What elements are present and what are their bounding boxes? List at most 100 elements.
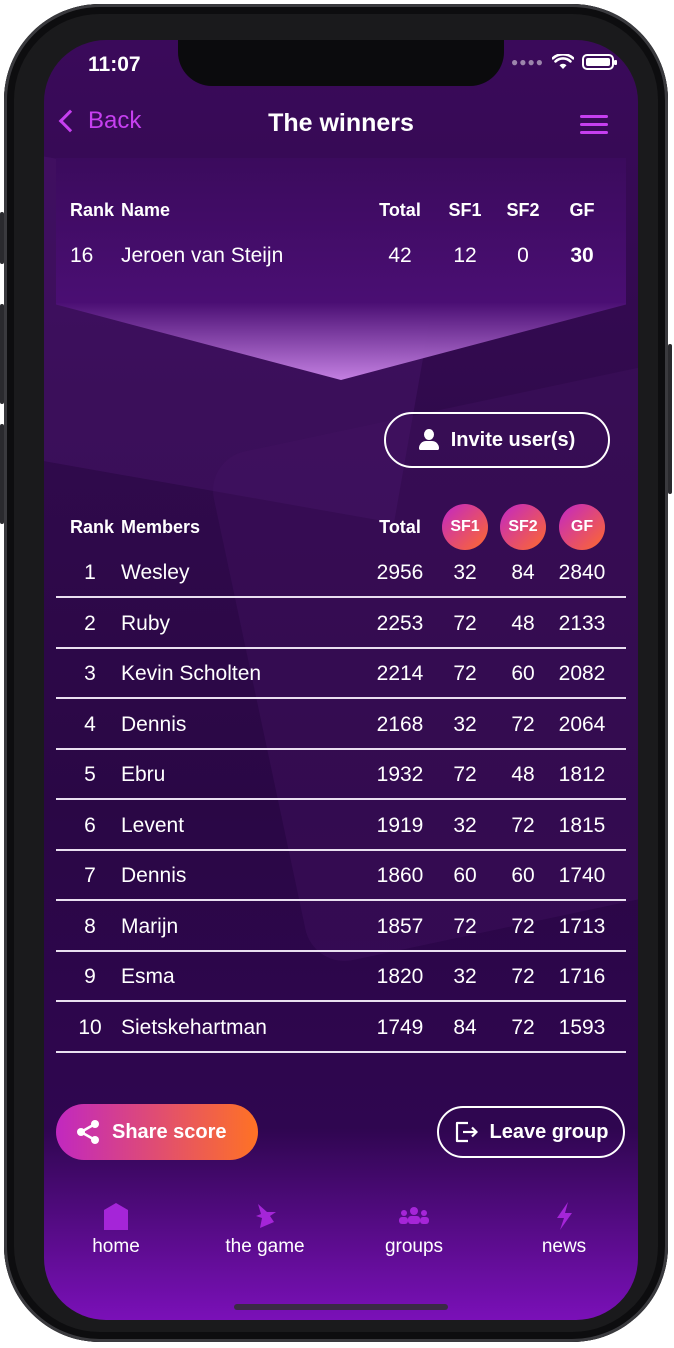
invite-label: Invite user(s) <box>450 428 576 451</box>
gf-badge: GF <box>559 504 605 550</box>
member-sf2: 72 <box>511 813 535 837</box>
table-row: 4 Dennis 2168 32 72 2064 <box>44 700 638 750</box>
member-sf2: 72 <box>511 712 535 736</box>
member-rank: 8 <box>84 914 96 938</box>
app-screen: 11:07 ●●●● Back The winners Rank Name To… <box>44 40 638 1320</box>
member-total: 2253 <box>376 611 424 635</box>
member-rank: 2 <box>84 611 96 635</box>
member-sf2: 60 <box>511 662 535 685</box>
tab-the-game[interactable]: the game <box>195 1200 335 1258</box>
table-row: 8 Marijn 1857 72 72 1713 <box>44 902 638 952</box>
header-rank: Rank <box>70 199 115 220</box>
share-score-button[interactable]: Share score <box>56 1104 258 1160</box>
member-rank: 6 <box>84 813 96 837</box>
table-row: 1 Wesley 2956 32 84 2840 <box>44 548 638 598</box>
member-name: Ruby <box>121 611 171 635</box>
member-total: 1932 <box>376 763 424 786</box>
my-sf2: 0 <box>517 244 529 267</box>
member-rank: 10 <box>78 1015 102 1039</box>
member-sf1: 32 <box>453 813 477 837</box>
member-total: 2214 <box>376 662 424 685</box>
member-gf: 1740 <box>558 864 606 887</box>
share-label: Share score <box>112 1120 227 1143</box>
member-gf: 1812 <box>558 763 606 786</box>
my-score-header: Rank Name Total SF1 SF2 GF <box>44 185 638 235</box>
my-rank: 16 <box>70 244 94 267</box>
news-icon <box>557 1202 572 1230</box>
member-rank: 9 <box>84 965 96 988</box>
member-rank: 5 <box>84 763 96 786</box>
notch <box>178 40 504 86</box>
member-name: Ebru <box>121 763 166 786</box>
table-row: 5 Ebru 1932 72 48 1812 <box>44 750 638 800</box>
row-divider <box>56 1050 626 1053</box>
header-name: Name <box>121 199 171 220</box>
sf1-badge: SF1 <box>442 504 488 550</box>
sf2-badge: SF2 <box>500 504 546 550</box>
tab-bar: home the game groups news <box>44 1200 638 1280</box>
tab-groups[interactable]: groups <box>344 1200 484 1258</box>
tab-home[interactable]: home <box>46 1200 186 1258</box>
groups-icon <box>399 1207 429 1224</box>
member-sf2: 72 <box>511 914 535 938</box>
header-total: Total <box>379 199 421 220</box>
battery-icon <box>582 54 617 70</box>
member-sf1: 72 <box>453 763 477 786</box>
member-sf1: 60 <box>453 864 477 887</box>
leave-group-button[interactable]: Leave group <box>437 1106 625 1158</box>
member-name: Esma <box>121 965 175 988</box>
member-gf: 2064 <box>558 712 606 736</box>
table-row: 10 Sietskehartman 1749 84 72 1593 <box>44 1003 638 1053</box>
invite-users-button[interactable]: Invite user(s) <box>384 412 610 468</box>
member-total: 2956 <box>376 561 424 584</box>
tab-news[interactable]: news <box>494 1200 634 1258</box>
menu-icon[interactable] <box>580 115 608 139</box>
table-row: 7 Dennis 1860 60 60 1740 <box>44 851 638 901</box>
my-total: 42 <box>388 244 412 267</box>
member-sf1: 72 <box>453 914 477 938</box>
member-sf2: 48 <box>511 611 535 635</box>
member-total: 1857 <box>376 914 424 938</box>
member-gf: 1716 <box>558 965 606 988</box>
silent-switch <box>0 212 4 264</box>
home-indicator <box>234 1304 448 1310</box>
tab-the-game-label: the game <box>225 1236 305 1257</box>
member-rank: 7 <box>84 864 96 887</box>
my-gf: 30 <box>570 244 594 267</box>
member-sf1: 72 <box>453 662 477 685</box>
header-gf: GF <box>569 199 595 220</box>
member-sf2: 72 <box>511 965 535 988</box>
member-sf1: 32 <box>453 712 477 736</box>
member-sf1: 32 <box>453 965 477 988</box>
page-title: The winners <box>268 109 414 137</box>
signal-icon: ●●●● <box>511 55 544 69</box>
member-gf: 2082 <box>558 662 606 685</box>
tab-groups-label: groups <box>384 1236 444 1257</box>
tab-news-label: news <box>541 1236 587 1257</box>
my-score-row: 16 Jeroen van Steijn 42 12 0 30 <box>44 231 638 281</box>
table-row: 9 Esma 1820 32 72 1716 <box>44 952 638 1002</box>
share-icon <box>77 1120 99 1144</box>
member-rank: 3 <box>84 662 96 685</box>
member-sf2: 72 <box>511 1015 535 1039</box>
member-name: Marijn <box>121 914 179 938</box>
table-row: 6 Levent 1919 32 72 1815 <box>44 801 638 851</box>
member-total: 1749 <box>376 1015 424 1039</box>
member-name: Kevin Scholten <box>121 662 262 685</box>
member-sf1: 72 <box>453 611 477 635</box>
volume-up-button <box>0 304 4 404</box>
header-total: Total <box>379 516 421 537</box>
table-row: 3 Kevin Scholten 2214 72 60 2082 <box>44 649 638 699</box>
member-total: 1919 <box>376 813 424 837</box>
member-total: 1860 <box>376 864 424 887</box>
member-name: Sietskehartman <box>121 1015 267 1039</box>
status-time: 11:07 <box>88 53 141 76</box>
leave-label: Leave group <box>489 1120 609 1143</box>
volume-down-button <box>0 424 4 524</box>
member-name: Dennis <box>121 712 187 736</box>
member-gf: 1593 <box>558 1015 606 1039</box>
my-sf1: 12 <box>453 244 477 267</box>
member-gf: 1713 <box>558 914 606 938</box>
header-sf2: SF2 <box>506 199 540 220</box>
game-icon <box>256 1204 276 1228</box>
